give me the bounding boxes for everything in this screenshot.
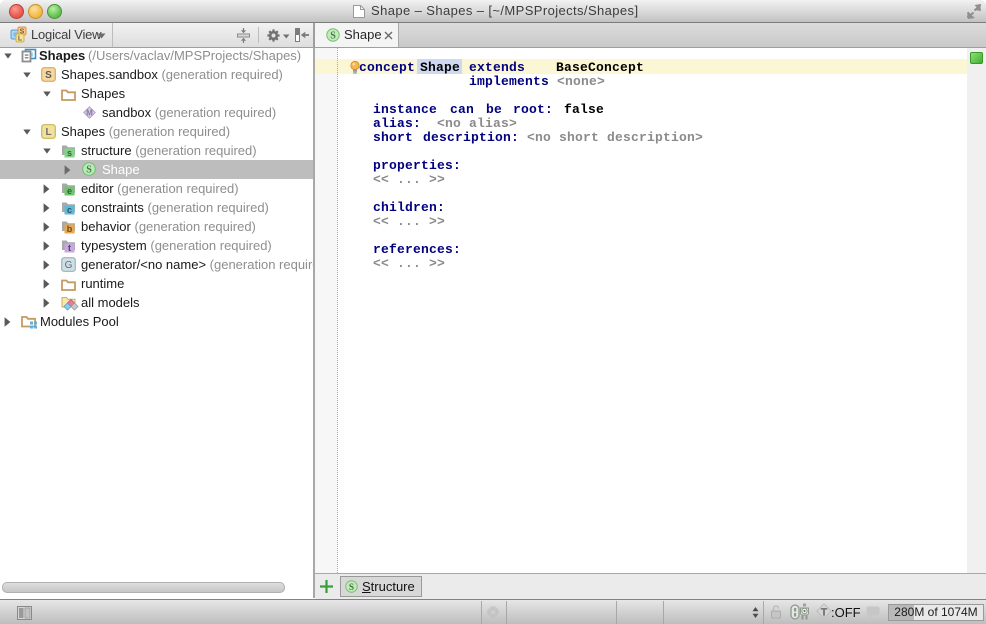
svg-text:t: t (68, 243, 71, 253)
svg-text:S: S (349, 583, 354, 593)
svg-text:c: c (67, 205, 72, 215)
svg-text:S: S (45, 70, 52, 81)
svg-text:S: S (86, 165, 92, 176)
svg-text:S: S (330, 31, 336, 42)
svg-text:G: G (65, 260, 73, 271)
svg-text:s: s (67, 148, 72, 158)
svg-text:e: e (67, 186, 72, 196)
svg-text:M: M (86, 109, 93, 118)
svg-text:L: L (45, 127, 51, 138)
svg-text:L: L (18, 36, 23, 43)
svg-text:b: b (67, 224, 73, 234)
